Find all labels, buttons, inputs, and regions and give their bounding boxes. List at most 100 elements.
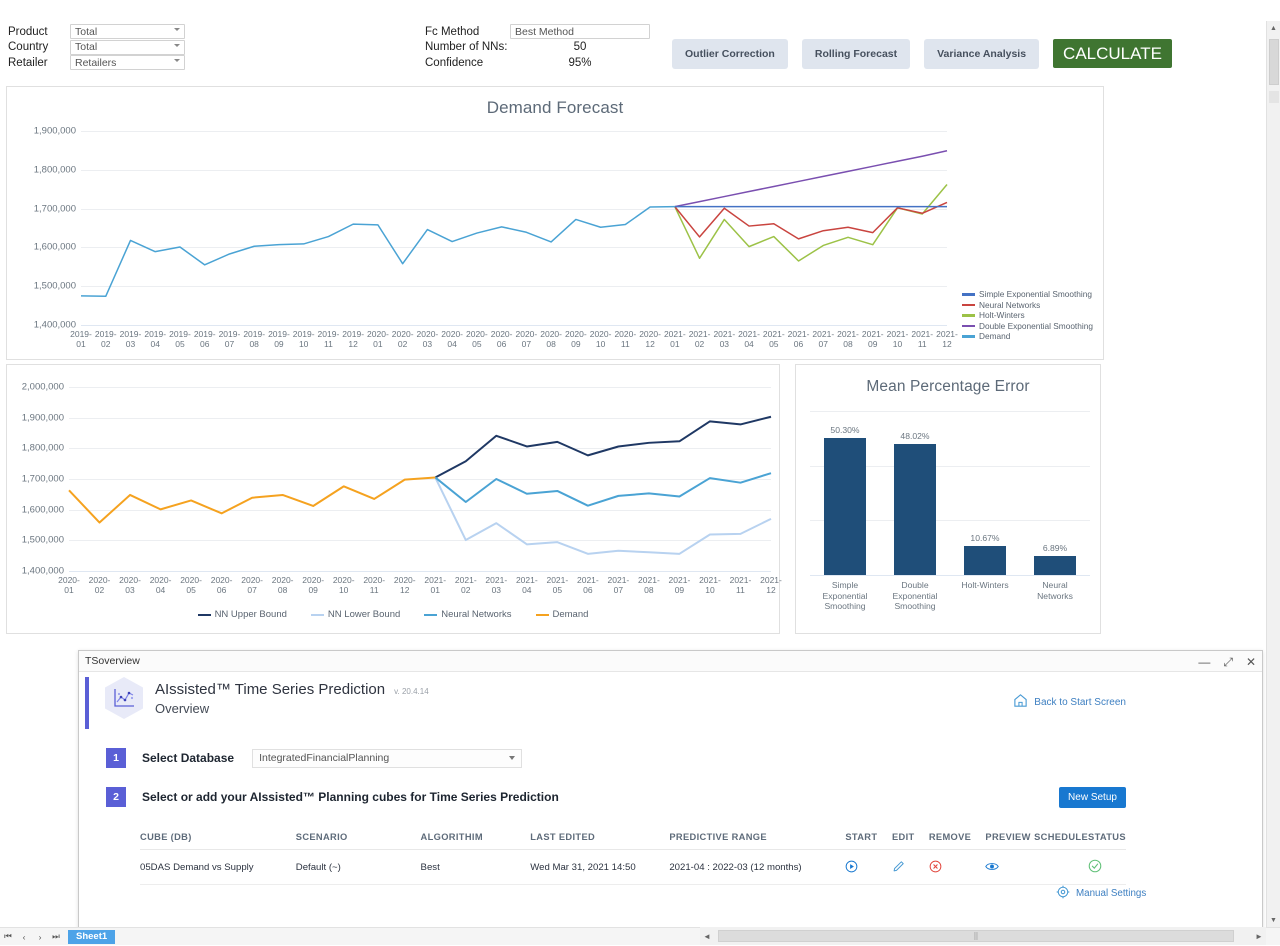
number-of-nns-value[interactable]: 50 [510,41,650,53]
legend-label: Double Exponential Smoothing [979,320,1093,331]
database-select[interactable]: IntegratedFinancialPlanning [252,748,523,768]
table-row[interactable]: 05DAS Demand vs Supply Default (~) Best Wed… [140,849,1126,885]
back-link-label: Back to Start Screen [1034,696,1126,708]
app-name-text: AIssisted™ Time Series Prediction [155,680,386,698]
legend-label: Holt-Winters [979,310,1025,321]
scroll-up-icon[interactable]: ▲ [1267,21,1280,35]
close-icon[interactable]: ✕ [1246,656,1256,668]
legend-item[interactable]: Holt-Winters [962,310,1093,321]
legend-item[interactable]: Demand [535,609,589,621]
x-axis-tick: 2019- 08 [243,329,266,349]
country-select[interactable]: Total [70,39,185,55]
hscroll-right-icon[interactable]: ► [1252,927,1266,945]
bar[interactable] [824,437,866,575]
gridline [810,575,1090,576]
legend-item[interactable]: NN Lower Bound [310,609,401,621]
nav-next-button[interactable]: › [32,928,48,946]
scroll-down-icon[interactable]: ▼ [1267,913,1280,927]
legend-swatch [197,613,211,616]
series-line [434,472,772,507]
back-to-start-screen-link[interactable]: Back to Start Screen [1013,693,1126,711]
legend-label: NN Lower Bound [327,609,401,621]
table-header-algorithim: ALGORITHIM [420,832,531,850]
x-axis-tick: 2021- 09 [668,575,691,595]
bar-value-label: 6.89% [1042,543,1068,554]
x-axis-tick: 2020- 09 [564,329,587,349]
calculate-button[interactable]: CALCULATE [1053,39,1172,68]
manual-settings-label: Manual Settings [1076,888,1147,899]
minimize-icon[interactable]: — [1198,656,1210,668]
fc-method-label: Fc Method [425,25,480,38]
algorithm-cell: Best [420,849,531,885]
scroll-thumb[interactable] [1269,39,1279,85]
chevron-down-icon [509,755,516,760]
legend-item[interactable]: Neural Networks [424,609,512,620]
setting-row-fc-method: Fc Method Best Method [425,24,650,40]
x-axis-tick: 2019- 07 [218,329,241,349]
legend-label: Demand [552,609,589,621]
nn-bounds-legend: NN Upper Bound NN Lower Bound Neural Netwo… [7,609,779,621]
legend-item[interactable]: NN Upper Bound [197,609,287,620]
app-version: v. 20.4.14 [394,686,429,696]
bar-category-label: Neural Networks [1037,580,1073,601]
horizontal-scrollbar[interactable]: ◄ ⣿ ► [700,927,1266,945]
start-action[interactable] [845,849,892,885]
table-header-cube-db: CUBE (DB) [140,832,296,850]
edit-action[interactable] [891,849,929,885]
x-axis-tick: 2019- 03 [119,329,142,349]
remove-action[interactable] [928,849,986,885]
legend-item[interactable]: Simple Exponential Smoothing [962,289,1093,300]
sheet-tab-bar: ⏮ ‹ › ⏭ Sheet1 ◄ ⣿ ► [0,927,1280,945]
scroll-thumb-secondary[interactable] [1269,91,1279,103]
preview-action[interactable] [985,849,1035,885]
legend-item[interactable]: Demand [962,331,1093,342]
x-axis-tick: 2021- 05 [762,329,785,349]
bar-value-label: 48.02% [900,430,930,441]
retailer-select-value: Retailers [75,56,117,69]
retailer-select[interactable]: Retailers [70,55,185,71]
nav-last-button[interactable]: ⏭ [48,928,64,946]
x-axis-tick: 2020- 10 [589,329,612,349]
y-axis-tick: 1,800,000 [33,164,76,176]
last-edited-cell: Wed Mar 31, 2021 14:50 [530,849,670,885]
setting-row-confidence: Confidence 95% [425,55,650,71]
table-header-edit: EDIT [891,832,929,850]
dialog-vertical-scrollbar[interactable]: ▲ ▼ [1266,21,1280,927]
status-indicator [1088,849,1126,885]
bar[interactable] [964,545,1006,575]
gridline [81,325,947,326]
rolling-forecast-button[interactable]: Rolling Forecast [801,39,911,69]
top-control-bar: Product Total Country Total Retailer Ret… [0,0,1280,84]
x-axis-tick: 2020- 03 [119,575,141,595]
bar[interactable] [894,443,936,575]
hscroll-thumb[interactable]: ⣿ [718,930,1234,942]
x-axis-tick: 2021- 08 [837,329,859,349]
bar[interactable] [1034,556,1076,575]
product-select[interactable]: Total [70,24,185,40]
x-axis-tick: 2020- 05 [180,575,202,595]
table-header-schedule: SCHEDULE [1034,832,1089,850]
x-axis-tick: 2021- 06 [787,329,810,349]
x-axis-tick: 2021- 04 [515,575,538,595]
table-header-predictive-range: PREDICTIVE RANGE [669,832,846,850]
x-axis-tick: 2020- 02 [88,575,111,595]
manual-settings-link[interactable]: Manual Settings [1056,885,1146,902]
restore-icon[interactable]: ⤢ [1223,656,1233,668]
nav-prev-button[interactable]: ‹ [16,928,32,946]
x-axis-tick: 2019- 12 [342,329,365,349]
y-axis-tick: 1,500,000 [21,534,64,546]
x-axis-tick: 2019- 04 [144,329,167,349]
timeseries-chart-icon [105,677,143,719]
hscroll-left-icon[interactable]: ◄ [700,927,714,945]
fc-method-select[interactable]: Best Method [510,24,650,40]
nav-first-button[interactable]: ⏮ [0,928,16,946]
new-setup-button[interactable]: New Setup [1059,787,1126,808]
outlier-correction-button[interactable]: Outlier Correction [672,39,788,69]
x-axis-tick: 2021- 11 [729,575,752,595]
variance-analysis-button[interactable]: Variance Analysis [924,39,1040,69]
confidence-value[interactable]: 95% [510,57,650,69]
legend-item[interactable]: Double Exponential Smoothing [962,321,1093,332]
sheet-tab-sheet1[interactable]: Sheet1 [68,929,116,944]
y-axis-tick: 2,000,000 [21,381,64,393]
legend-item[interactable]: Neural Networks [962,300,1093,311]
